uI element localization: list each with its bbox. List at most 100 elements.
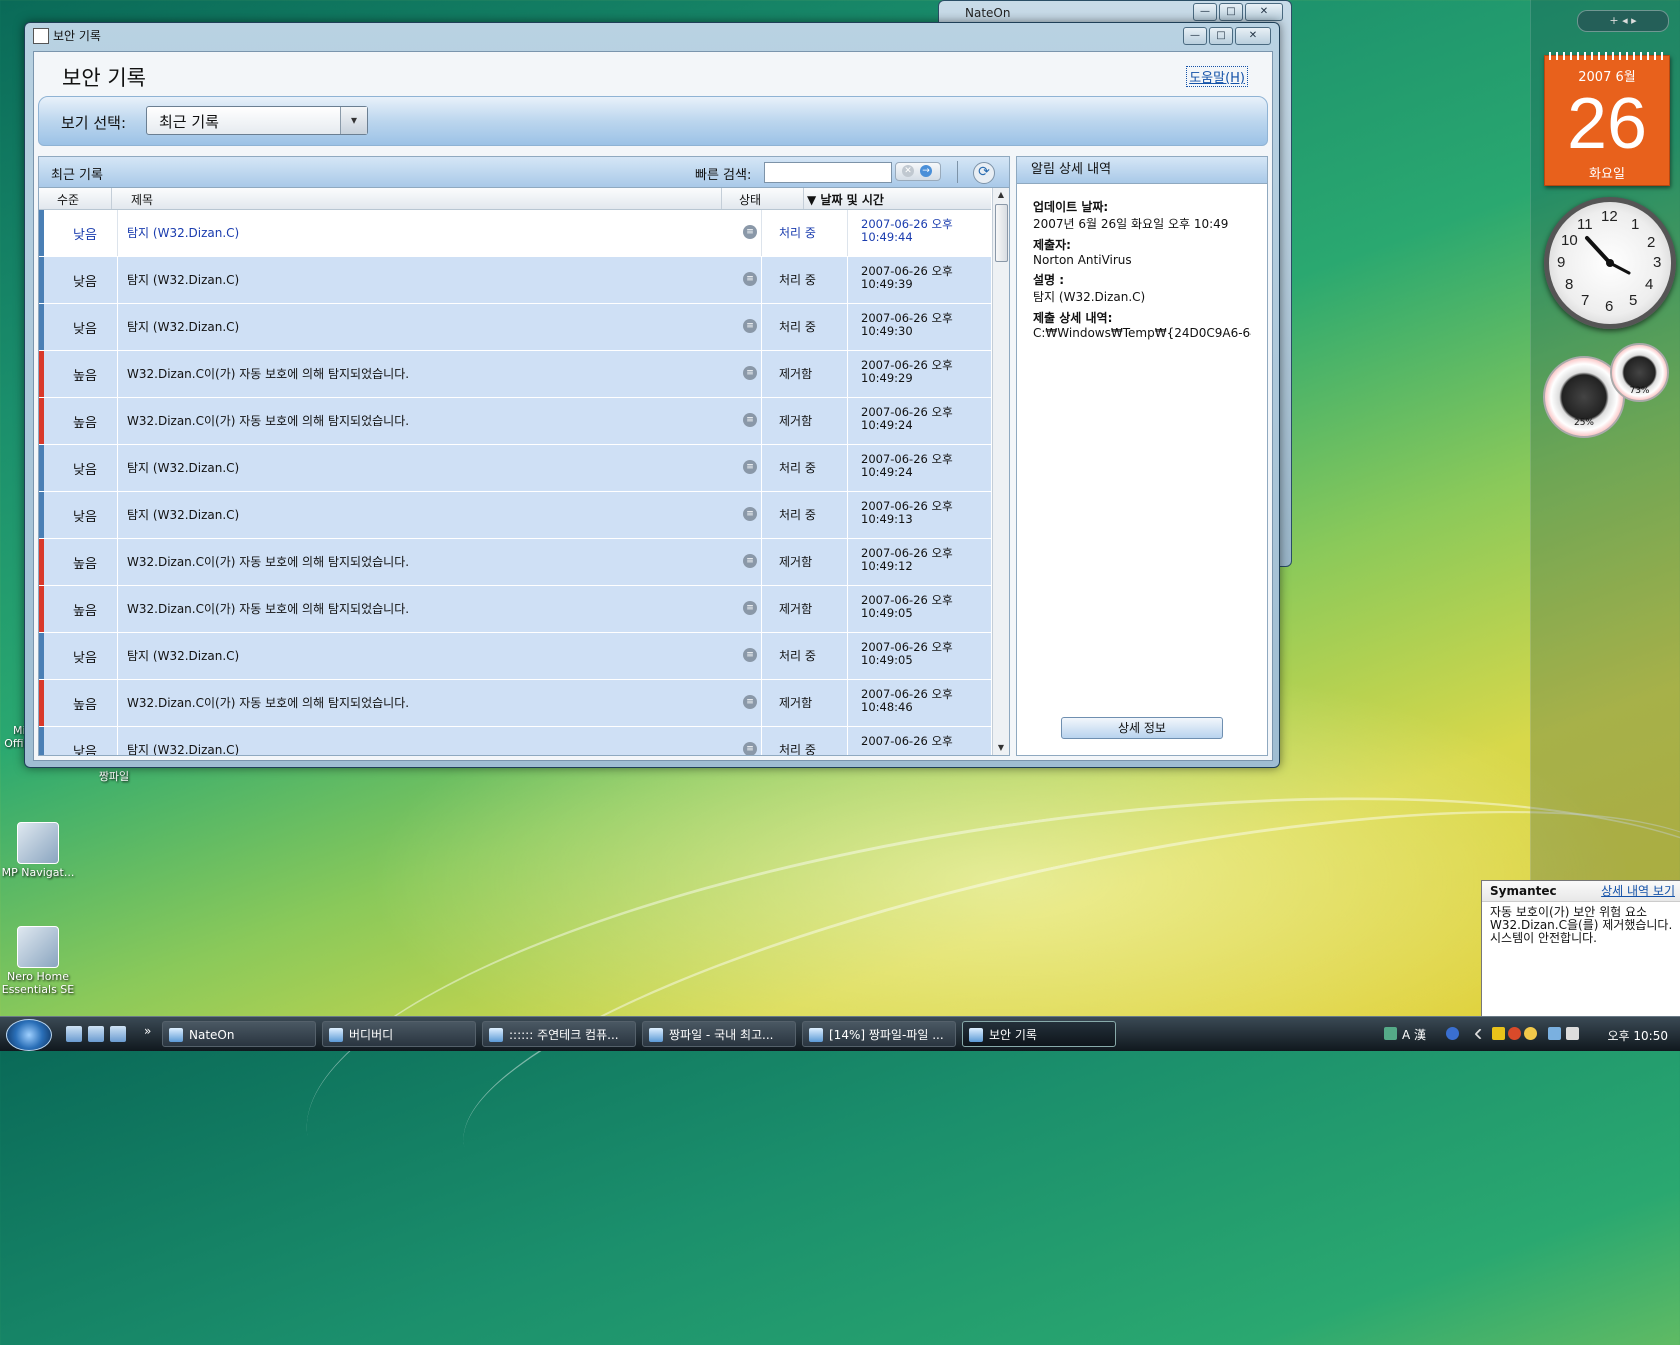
details-icon[interactable]: ≡ bbox=[743, 742, 757, 755]
table-row[interactable]: 낮음 탐지 (W32.Dizan.C) ≡ 처리 중 2007-06-26 오후… bbox=[39, 445, 991, 492]
security-history-window[interactable]: 보안 기록 — □ ✕ 보안 기록 도움말(H) 보기 선택: 최근 기록 ▾ … bbox=[24, 22, 1280, 768]
show-desktop-icon[interactable] bbox=[66, 1026, 82, 1042]
smiley-tray-icon[interactable] bbox=[1524, 1027, 1537, 1040]
row-time: 10:49:30 bbox=[861, 324, 913, 338]
details-icon[interactable]: ≡ bbox=[743, 366, 757, 380]
ime-indicator[interactable]: A 漢 bbox=[1402, 1026, 1426, 1043]
table-row[interactable]: 낮음 탐지 (W32.Dizan.C) ≡ 처리 중 2007-06-26 오후 bbox=[39, 727, 991, 755]
column-header-title[interactable]: 제목 bbox=[131, 191, 153, 208]
taskbar-clock[interactable]: 오후 10:50 bbox=[1608, 1027, 1668, 1044]
table-row[interactable]: 높음 W32.Dizan.C이(가) 자동 보호에 의해 탐지되었습니다. ≡ … bbox=[39, 680, 991, 727]
start-button[interactable] bbox=[6, 1019, 52, 1051]
more-info-button[interactable]: 상세 정보 bbox=[1061, 717, 1223, 739]
desktop-icon-jjangfile[interactable]: 짱파일 bbox=[74, 768, 154, 784]
details-icon[interactable]: ≡ bbox=[743, 601, 757, 615]
cell-divider bbox=[117, 727, 118, 755]
list-scrollbar[interactable]: ▲ ▼ bbox=[992, 188, 1009, 755]
details-icon[interactable]: ≡ bbox=[743, 460, 757, 474]
desktop-icon-nero[interactable]: Nero Home Essentials SE bbox=[0, 926, 78, 996]
table-row[interactable]: 높음 W32.Dizan.C이(가) 자동 보호에 의해 탐지되었습니다. ≡ … bbox=[39, 398, 991, 445]
details-icon[interactable]: ≡ bbox=[743, 507, 757, 521]
table-row[interactable]: 높음 W32.Dizan.C이(가) 자동 보호에 의해 탐지되었습니다. ≡ … bbox=[39, 351, 991, 398]
scroll-up-icon[interactable]: ▲ bbox=[993, 188, 1009, 202]
taskbar-button-label: 버디버디 bbox=[349, 1028, 394, 1042]
scroll-thumb[interactable] bbox=[995, 204, 1008, 262]
details-icon[interactable]: ≡ bbox=[743, 554, 757, 568]
row-date: 2007-06-26 오후 bbox=[861, 734, 953, 748]
row-level: 낮음 bbox=[73, 322, 97, 337]
window-titlebar[interactable]: 보안 기록 — □ ✕ bbox=[25, 23, 1279, 49]
submission-value: C:₩Windows₩Temp₩{24D0C9A6-643E- bbox=[1033, 326, 1251, 340]
clear-search-icon[interactable]: ✕ bbox=[902, 165, 914, 177]
help-icon[interactable] bbox=[1446, 1027, 1459, 1040]
maximize-button[interactable]: □ bbox=[1219, 3, 1243, 21]
table-row[interactable]: 높음 W32.Dizan.C이(가) 자동 보호에 의해 탐지되었습니다. ≡ … bbox=[39, 539, 991, 586]
table-row[interactable]: 낮음 탐지 (W32.Dizan.C) ≡ 처리 중 2007-06-26 오후… bbox=[39, 633, 991, 680]
sidebar-controls[interactable]: + ◂ ▸ bbox=[1577, 10, 1669, 32]
table-row[interactable]: 낮음 탐지 (W32.Dizan.C) ≡ 처리 중 2007-06-26 오후… bbox=[39, 304, 991, 351]
help-link[interactable]: 도움말(H) bbox=[1186, 66, 1248, 87]
quick-search-input[interactable] bbox=[764, 162, 892, 183]
clock-gadget[interactable]: 12 1 2 3 4 5 6 7 8 9 10 11 bbox=[1544, 197, 1676, 329]
column-header-level[interactable]: 수준 bbox=[57, 191, 79, 208]
tray-chevron-icon[interactable] bbox=[1474, 1028, 1486, 1040]
row-level: 낮음 bbox=[73, 228, 97, 243]
norton-tray-icon[interactable] bbox=[1492, 1027, 1505, 1040]
table-row[interactable]: 높음 W32.Dizan.C이(가) 자동 보호에 의해 탐지되었습니다. ≡ … bbox=[39, 586, 991, 633]
details-icon[interactable]: ≡ bbox=[743, 648, 757, 662]
row-status: 제거함 bbox=[779, 696, 813, 710]
details-icon[interactable]: ≡ bbox=[743, 413, 757, 427]
view-details-link[interactable]: 상세 내역 보기 bbox=[1601, 881, 1675, 901]
row-level: 낮음 bbox=[73, 745, 97, 755]
table-row[interactable]: 낮음 탐지 (W32.Dizan.C) ≡ 처리 중 2007-06-26 오후… bbox=[39, 210, 991, 257]
memory-meter-gadget[interactable]: 73% bbox=[1610, 343, 1669, 402]
network-icon[interactable] bbox=[1548, 1027, 1561, 1040]
cell-divider bbox=[761, 633, 762, 679]
memory-meter-value: 73% bbox=[1629, 386, 1650, 396]
close-button[interactable]: ✕ bbox=[1235, 27, 1271, 45]
row-datetime: 2007-06-26 오후 10:49:05 bbox=[861, 641, 981, 667]
table-row[interactable]: 낮음 탐지 (W32.Dizan.C) ≡ 처리 중 2007-06-26 오후… bbox=[39, 492, 991, 539]
severity-indicator bbox=[39, 304, 44, 350]
row-status: 제거함 bbox=[779, 555, 813, 569]
row-datetime: 2007-06-26 오후 10:49:05 bbox=[861, 594, 981, 620]
taskbar-button-jjangfile[interactable]: 짱파일 - 국내 최고... bbox=[642, 1021, 796, 1047]
row-status: 제거함 bbox=[779, 414, 813, 428]
chevron-down-icon[interactable]: ▾ bbox=[340, 107, 367, 134]
alert-detail-panel: 알림 상세 내역 업데이트 날짜: 2007년 6월 26일 화요일 오후 10… bbox=[1016, 156, 1268, 756]
taskbar-button-jooyontech[interactable]: :::::: 주연테크 컴퓨... bbox=[482, 1021, 636, 1047]
cell-divider bbox=[847, 210, 848, 256]
row-level: 높음 bbox=[73, 698, 97, 713]
taskbar-button-security-history[interactable]: 보안 기록 bbox=[962, 1021, 1116, 1047]
go-search-icon[interactable]: → bbox=[920, 165, 932, 177]
switch-windows-icon[interactable] bbox=[88, 1026, 104, 1042]
internet-explorer-icon[interactable] bbox=[110, 1026, 126, 1042]
desktop-icon-mp-navigator[interactable]: MP Navigat... bbox=[0, 822, 78, 879]
minimize-button[interactable]: — bbox=[1193, 3, 1217, 21]
column-header-status[interactable]: 상태 bbox=[739, 191, 761, 208]
language-bar-icon[interactable] bbox=[1384, 1027, 1397, 1040]
details-icon[interactable]: ≡ bbox=[743, 695, 757, 709]
row-level: 낮음 bbox=[73, 463, 97, 478]
minimize-button[interactable]: — bbox=[1183, 27, 1207, 45]
symantec-notification[interactable]: Symantec 상세 내역 보기 자동 보호이(가) 보안 위험 요소 W32… bbox=[1481, 880, 1680, 1018]
scroll-down-icon[interactable]: ▼ bbox=[993, 741, 1009, 755]
table-row[interactable]: 낮음 탐지 (W32.Dizan.C) ≡ 처리 중 2007-06-26 오후… bbox=[39, 257, 991, 304]
column-header-datetime[interactable]: ▼ 날짜 및 시간 bbox=[807, 191, 884, 208]
cell-divider bbox=[847, 492, 848, 538]
view-select-dropdown[interactable]: 최근 기록 ▾ bbox=[146, 106, 368, 135]
details-icon[interactable]: ≡ bbox=[743, 272, 757, 286]
taskbar-button-buddybuddy[interactable]: 버디버디 bbox=[322, 1021, 476, 1047]
taskbar-button-nateon[interactable]: NateOn bbox=[162, 1021, 316, 1047]
volume-icon[interactable] bbox=[1566, 1027, 1579, 1040]
messenger-tray-icon[interactable] bbox=[1508, 1027, 1521, 1040]
maximize-button[interactable]: □ bbox=[1209, 27, 1233, 45]
quick-launch-more-icon[interactable]: » bbox=[144, 1024, 151, 1038]
details-icon[interactable]: ≡ bbox=[743, 225, 757, 239]
taskbar-button-jjangfile-download[interactable]: [14%] 짱파일-파일 ... bbox=[802, 1021, 956, 1047]
details-icon[interactable]: ≡ bbox=[743, 319, 757, 333]
close-button[interactable]: ✕ bbox=[1245, 3, 1283, 21]
calendar-gadget[interactable]: 2007 6월 26 화요일 bbox=[1544, 52, 1670, 186]
refresh-icon[interactable]: ⟳ bbox=[973, 162, 995, 184]
row-level: 높음 bbox=[73, 604, 97, 619]
